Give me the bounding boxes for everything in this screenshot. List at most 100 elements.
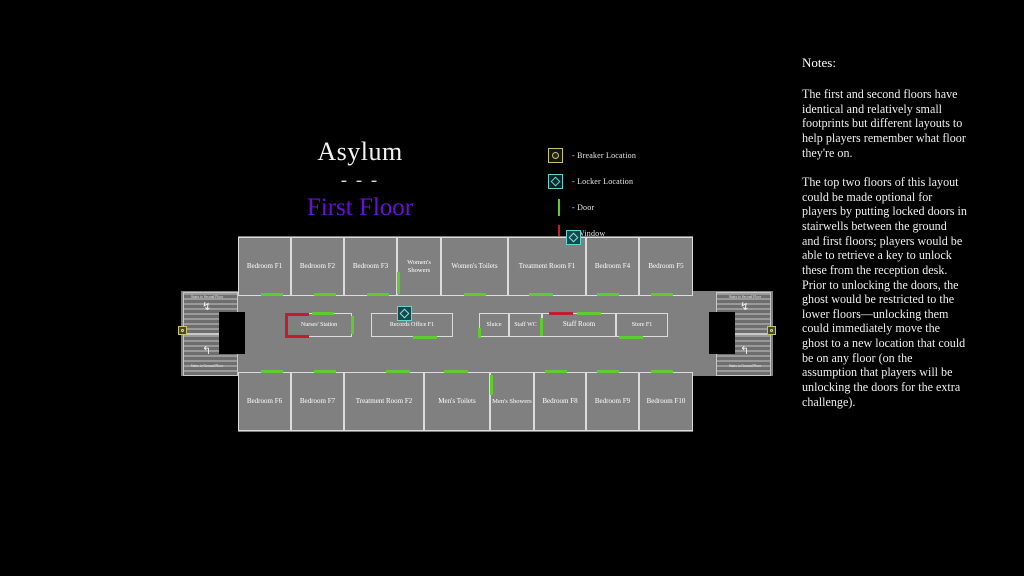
stairwell-right-up-label: Stairs to Second Floor <box>728 295 762 299</box>
room-mens-showers: Men's Showers <box>490 372 534 431</box>
room-label: Bedroom F6 <box>246 396 283 405</box>
door-marker <box>413 336 437 339</box>
room-nurses-station: Nurses' Station <box>286 313 352 337</box>
room-bedroom-f2: Bedroom F2 <box>291 237 344 296</box>
room-label: Staff Room <box>562 320 596 329</box>
stairwell-left-up-label: Stairs to Second Floor <box>190 295 224 299</box>
door-marker <box>397 272 400 294</box>
room-label: Bedroom F2 <box>299 261 336 270</box>
room-label: Women's Showers <box>407 259 431 274</box>
door-marker <box>597 370 619 373</box>
room-label: Bedroom F1 <box>246 261 283 270</box>
door-marker <box>314 293 336 296</box>
room-label: Treatment Room F2 <box>355 396 413 405</box>
room-bedroom-f5: Bedroom F5 <box>639 237 693 296</box>
room-label: Staff WC <box>514 321 537 328</box>
room-label: Bedroom F4 <box>594 261 631 270</box>
door-marker <box>651 293 673 296</box>
room-label: Men's Showers <box>492 397 532 405</box>
stairwell-left-down-label: Stairs to Ground Floor <box>190 364 224 368</box>
door-marker <box>545 370 567 373</box>
room-mens-toilets: Men's Toilets <box>424 372 490 431</box>
stairwell-right-down-label: Stairs to Ground Floor <box>728 364 762 368</box>
room-bedroom-f3: Bedroom F3 <box>344 237 397 296</box>
notes-paragraph-1: The first and second floors have identic… <box>802 87 966 160</box>
door-marker <box>540 318 543 336</box>
room-label: Sluice <box>486 321 502 328</box>
room-label: Bedroom F8 <box>542 396 578 405</box>
stairwell-right-down-arrow: ↰ <box>740 345 750 357</box>
door-marker <box>314 370 336 373</box>
room-label: Women's Toilets <box>451 261 498 270</box>
room-label: Records Office F1 <box>389 321 435 328</box>
breaker-marker <box>767 326 776 335</box>
room-label: Men's Toilets <box>438 396 476 405</box>
door-marker <box>464 293 486 296</box>
locker-marker <box>566 230 581 245</box>
room-label: Bedroom F10 <box>646 396 686 405</box>
room-label: Treatment Room F1 <box>518 261 576 270</box>
window-marker <box>285 335 309 338</box>
window-marker <box>285 313 309 316</box>
room-sluice: Sluice <box>479 313 509 337</box>
door-marker <box>386 370 410 373</box>
stairwell-left-void <box>219 312 245 354</box>
room-treatment-room-f1: Treatment Room F1 <box>508 237 586 296</box>
page-title: Asylum <box>317 137 403 166</box>
window-marker <box>549 312 573 315</box>
room-bedroom-f1: Bedroom F1 <box>238 237 291 296</box>
legend-label-door: - Door <box>572 202 595 212</box>
door-marker <box>651 370 673 373</box>
room-bedroom-f6: Bedroom F6 <box>238 372 291 431</box>
door-marker <box>444 370 468 373</box>
locker-icon <box>547 173 564 190</box>
legend-label-locker: - Locker Location <box>572 176 634 186</box>
room-label: Bedroom F3 <box>352 261 389 270</box>
stairwell-left-down-arrow: ↰ <box>202 345 212 357</box>
room-store-f1: Store F1 <box>616 313 668 337</box>
locker-marker <box>397 306 412 321</box>
door-marker <box>261 293 283 296</box>
door-marker <box>577 312 601 315</box>
room-staff-room: Staff Room <box>542 313 616 337</box>
stairwell-right-up-arrow: ↯ <box>740 301 750 313</box>
room-bedroom-f7: Bedroom F7 <box>291 372 344 431</box>
room-label: Bedroom F7 <box>299 396 336 405</box>
room-bedroom-f10: Bedroom F10 <box>639 372 693 431</box>
breaker-marker <box>178 326 187 335</box>
door-marker <box>597 293 619 296</box>
title-divider: - - - <box>340 169 380 191</box>
room-womens-toilets: Women's Toilets <box>441 237 508 296</box>
room-bedroom-f9: Bedroom F9 <box>586 372 639 431</box>
door-marker <box>478 328 481 338</box>
floor-plan: Bedroom F1 Bedroom F2 Bedroom F3 Women's… <box>178 230 776 432</box>
legend-item-locker: - Locker Location <box>547 170 727 192</box>
map-title-block: Asylum - - - First Floor <box>240 137 480 223</box>
door-marker <box>367 293 389 296</box>
door-marker <box>490 375 493 395</box>
floor-subtitle: First Floor <box>306 194 414 222</box>
door-marker <box>261 370 283 373</box>
legend-item-breaker: - Breaker Location <box>547 144 727 166</box>
door-marker <box>312 312 334 315</box>
room-label: Bedroom F9 <box>594 396 631 405</box>
plan-body-middle <box>181 291 773 376</box>
room-treatment-room-f2: Treatment Room F2 <box>344 372 424 431</box>
room-label: Nurses' Station <box>300 321 338 328</box>
room-label: Bedroom F5 <box>648 261 684 270</box>
breaker-icon <box>547 147 564 164</box>
room-bedroom-f4: Bedroom F4 <box>586 237 639 296</box>
stairwell-left-up-arrow: ↯ <box>202 301 212 313</box>
door-icon <box>547 198 564 216</box>
notes-heading: Notes: <box>802 55 836 70</box>
legend-item-door: - Door <box>547 196 727 218</box>
stairwell-right-void <box>709 312 735 354</box>
room-label: Store F1 <box>631 321 653 328</box>
room-staff-wc: Staff WC <box>509 313 542 337</box>
legend-label-breaker: - Breaker Location <box>572 150 637 160</box>
door-marker <box>619 336 643 339</box>
door-marker <box>529 293 553 296</box>
notes-panel: Notes: The first and second floors have … <box>802 55 967 424</box>
room-bedroom-f8: Bedroom F8 <box>534 372 586 431</box>
room-records-office-f1: Records Office F1 <box>371 313 453 337</box>
